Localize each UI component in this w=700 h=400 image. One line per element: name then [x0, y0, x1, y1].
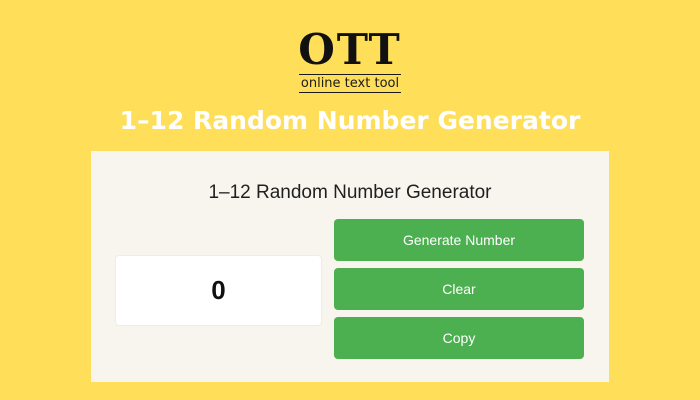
logo-mark: OTT: [298, 25, 402, 74]
generate-number-button[interactable]: Generate Number: [334, 219, 584, 261]
generator-card: 1–12 Random Number Generator 0 Generate …: [91, 151, 609, 382]
card-title: 1–12 Random Number Generator: [208, 182, 492, 203]
result-display: 0: [115, 255, 322, 326]
clear-button[interactable]: Clear: [334, 268, 584, 310]
page-title: 1–12 Random Number Generator: [119, 106, 581, 135]
logo-tagline: online text tool: [298, 74, 402, 93]
site-logo[interactable]: OTT online text tool: [0, 28, 700, 93]
copy-button[interactable]: Copy: [334, 317, 584, 359]
